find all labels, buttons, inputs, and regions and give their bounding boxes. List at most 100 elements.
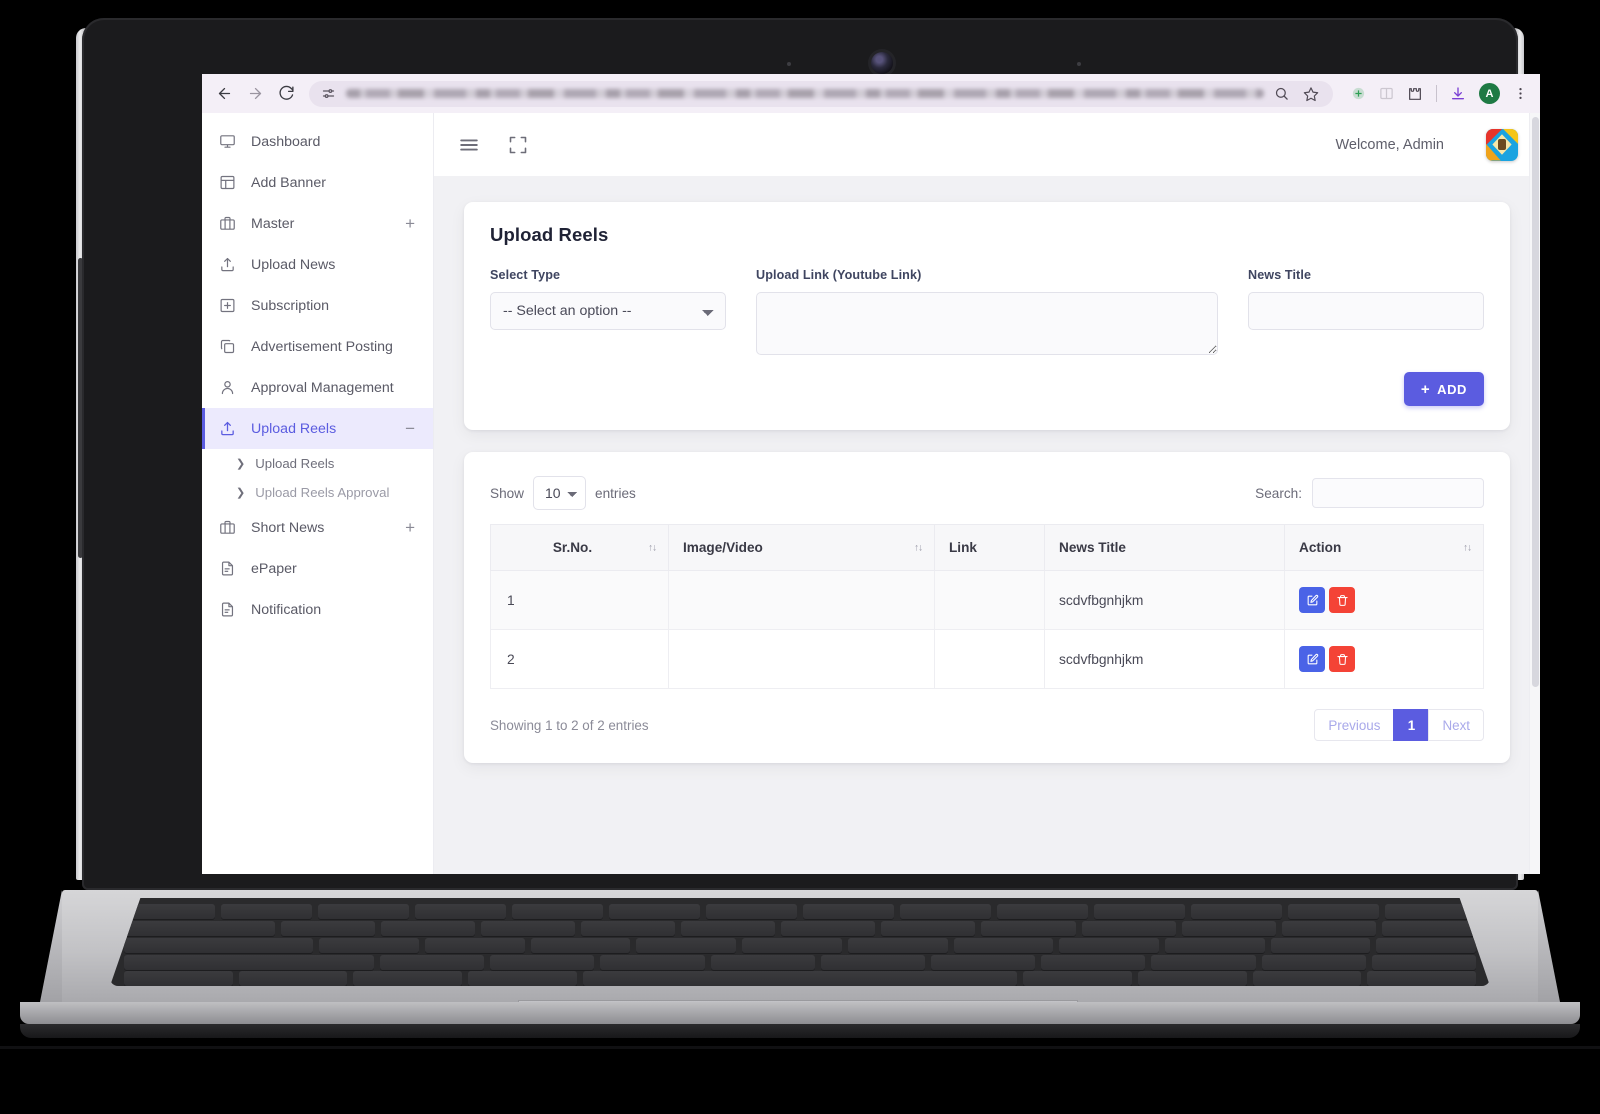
keyboard-key: [1261, 955, 1366, 970]
sort-icon: ↑↓: [914, 542, 923, 553]
keyboard-key: [480, 921, 575, 936]
table-footer: Showing 1 to 2 of 2 entries Previous 1 N…: [464, 689, 1510, 763]
admin-avatar[interactable]: [1486, 128, 1518, 161]
keyboard-key: [803, 904, 894, 919]
sidebar-item-dashboard[interactable]: Dashboard: [202, 121, 433, 162]
keyboard-key: [1385, 904, 1476, 919]
search-input[interactable]: [1312, 478, 1484, 508]
sidebar-item-subscription[interactable]: Subscription: [202, 285, 433, 326]
column-header-srno[interactable]: Sr.No. ↑↓: [490, 524, 669, 571]
file-icon: [219, 601, 236, 618]
show-label: Show: [490, 485, 525, 501]
trash-delete-icon[interactable]: [1329, 646, 1355, 672]
keyboard-key: [710, 955, 815, 970]
sidebar-item-approval-management[interactable]: Approval Management: [202, 367, 433, 408]
keyboard-key: [124, 904, 215, 919]
sidebar-expand-master[interactable]: +: [405, 215, 415, 232]
file-icon: [219, 560, 236, 577]
trash-delete-icon[interactable]: [1329, 587, 1355, 613]
cell-link: [934, 570, 1045, 630]
upload-link-label: Upload Link (Youtube Link): [756, 268, 922, 282]
sidebar-item-label: Subscription: [251, 297, 330, 314]
reload-icon[interactable]: [278, 85, 295, 102]
copy-icon: [219, 338, 236, 355]
keyboard-key: [318, 904, 409, 919]
column-header-news-title[interactable]: News Title: [1044, 524, 1285, 571]
keyboard-key: [1381, 921, 1477, 936]
edit-pencil-icon[interactable]: [1299, 587, 1325, 613]
keyboard-key: [997, 904, 1088, 919]
sidebar-item-short-news[interactable]: Short News +: [202, 507, 433, 548]
add-plus-icon[interactable]: [1351, 86, 1366, 101]
news-title-input[interactable]: [1248, 292, 1484, 330]
upload-link-textarea[interactable]: [756, 292, 1218, 355]
sidebar-item-master[interactable]: Master +: [202, 203, 433, 244]
chrome-profile-avatar[interactable]: A: [1479, 83, 1500, 104]
extensions-puzzle-icon[interactable]: [1407, 86, 1423, 102]
fullscreen-expand-icon[interactable]: [508, 135, 528, 155]
sidebar-item-epaper[interactable]: ePaper: [202, 548, 433, 589]
sidebar-item-advertisement-posting[interactable]: Advertisement Posting: [202, 326, 433, 367]
add-button-label: ADD: [1437, 381, 1467, 397]
split-screen-icon[interactable]: [1379, 86, 1394, 101]
page-length-select[interactable]: 10: [533, 476, 587, 510]
main-content: Welcome, Admin Upload Reels Select Type …: [434, 113, 1540, 874]
sidebar-item-add-banner[interactable]: Add Banner: [202, 162, 433, 203]
topbar: Welcome, Admin: [434, 113, 1540, 176]
column-header-image-video[interactable]: Image/Video ↑↓: [668, 524, 935, 571]
edit-pencil-icon[interactable]: [1299, 646, 1325, 672]
address-bar[interactable]: [309, 80, 1333, 107]
pagination-page-1[interactable]: 1: [1393, 709, 1430, 741]
keyboard-key: [1191, 904, 1282, 919]
cell-srno: 1: [490, 570, 669, 630]
sidebar-item-label: Upload News: [251, 256, 336, 273]
back-arrow-icon[interactable]: [216, 85, 233, 102]
screenshot-stage: A Dashboard Add Banner Master + Upload N…: [0, 0, 1600, 1114]
scrollbar-thumb[interactable]: [1532, 117, 1539, 687]
sidebar-subitem-upload-reels[interactable]: ❯ Upload Reels: [202, 449, 433, 478]
keyboard-key: [1288, 904, 1379, 919]
news-title-group: News Title: [1248, 268, 1484, 360]
hamburger-menu-icon[interactable]: [458, 134, 480, 156]
forward-arrow-icon[interactable]: [247, 85, 264, 102]
zoom-search-icon[interactable]: [1274, 86, 1289, 101]
entries-label: entries: [595, 485, 636, 501]
sidebar-subitem-label: Upload Reels Approval: [255, 485, 390, 500]
keyboard-key: [1371, 955, 1476, 970]
keyboard-key: [1281, 921, 1376, 936]
cell-news-title: scdvfbgnhjkm: [1044, 570, 1285, 630]
sidebar-item-upload-news[interactable]: Upload News: [202, 244, 433, 285]
keyboard-key: [124, 938, 314, 953]
pagination-previous[interactable]: Previous: [1314, 709, 1395, 741]
column-header-link[interactable]: Link: [934, 524, 1045, 571]
sidebar-item-label: ePaper: [251, 560, 297, 577]
cell-srno: 2: [490, 629, 669, 689]
download-icon[interactable]: [1450, 86, 1466, 102]
keyboard-key: [820, 955, 925, 970]
three-dot-menu-icon[interactable]: [1513, 86, 1528, 101]
keyboard-key: [931, 955, 1036, 970]
page-scrollbar[interactable]: [1529, 113, 1540, 874]
cell-action: [1284, 570, 1484, 630]
sidebar-collapse-upload-reels[interactable]: −: [405, 420, 415, 437]
sort-icon: ↑↓: [1463, 542, 1472, 553]
keyboard-key: [124, 955, 375, 970]
browser-action-icons: A: [1351, 83, 1528, 104]
sidebar-subitem-upload-reels-approval[interactable]: ❯ Upload Reels Approval: [202, 478, 433, 507]
select-type-dropdown[interactable]: -- Select an option --: [490, 292, 726, 330]
column-header-action[interactable]: Action ↑↓: [1284, 524, 1484, 571]
chevron-right-icon: ❯: [236, 458, 246, 470]
sidebar-item-label: Add Banner: [251, 174, 326, 191]
site-settings-icon[interactable]: [321, 86, 336, 101]
sidebar-item-upload-reels[interactable]: Upload Reels −: [202, 408, 433, 449]
keyboard-key: [582, 971, 1018, 986]
sidebar-expand-short-news[interactable]: +: [405, 519, 415, 536]
pagination-next[interactable]: Next: [1428, 709, 1484, 741]
sidebar-subitem-label: Upload Reels: [255, 456, 335, 471]
add-button[interactable]: + ADD: [1403, 372, 1484, 406]
sidebar-item-notification[interactable]: Notification: [202, 589, 433, 630]
cell-link: [934, 629, 1045, 689]
star-bookmark-icon[interactable]: [1303, 86, 1319, 102]
url-text: [346, 89, 1264, 98]
keyboard-key: [1059, 938, 1159, 953]
